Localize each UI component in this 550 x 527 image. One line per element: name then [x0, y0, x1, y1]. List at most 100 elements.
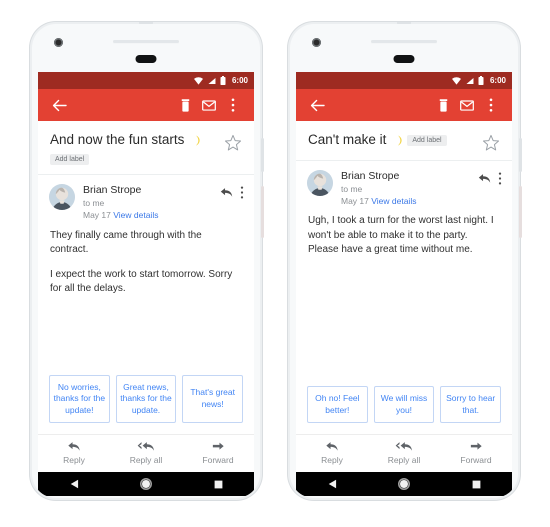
forward-icon: [470, 442, 482, 450]
trash-icon: [439, 98, 447, 112]
more-vertical-icon: [489, 98, 493, 112]
phone-comparison-stage: 6:00 And now the fun starts Add label Br…: [0, 0, 550, 527]
delete-button[interactable]: [173, 93, 197, 117]
reply-icon: [68, 442, 80, 451]
earpiece-speaker: [371, 40, 437, 43]
back-arrow-icon: [52, 99, 67, 111]
sender-date: May 17: [341, 195, 369, 206]
star-icon[interactable]: [224, 134, 242, 152]
message-overflow-icon[interactable]: [240, 186, 244, 199]
smart-reply-chips: No worries, thanks for the update! Great…: [38, 374, 254, 434]
sender-info: Brian Strope to me May 17 View details: [341, 170, 470, 206]
reply-action[interactable]: Reply: [296, 441, 368, 465]
reply-icon[interactable]: [220, 187, 233, 198]
front-camera-icon: [312, 38, 321, 47]
power-button[interactable]: [519, 138, 522, 172]
wifi-icon: [451, 76, 461, 85]
status-bar: 6:00: [38, 72, 254, 89]
volume-button[interactable]: [519, 186, 522, 238]
nav-recents-button[interactable]: [459, 472, 493, 496]
reply-icon[interactable]: [478, 173, 491, 184]
overflow-menu-button[interactable]: [221, 93, 245, 117]
nav-recents-button[interactable]: [201, 472, 235, 496]
phone-body-left: 6:00 And now the fun starts Add label Br…: [32, 24, 260, 498]
phone-body-right: 6:00 Can't make it Add label Brian Strop…: [290, 24, 518, 498]
email-paragraph: Ugh, I took a turn for the worst last ni…: [308, 215, 494, 256]
email-paragraph: I expect the work to start tomorrow. Sor…: [50, 268, 233, 295]
subject-area: Can't make it Add label: [296, 121, 512, 161]
back-triangle-icon: [70, 479, 78, 489]
front-camera-icon: [54, 38, 63, 47]
subject-main: And now the fun starts Add label: [50, 132, 224, 166]
mark-unread-button[interactable]: [197, 93, 221, 117]
phone-device-right: 6:00 Can't make it Add label Brian Strop…: [288, 22, 522, 500]
sender-date: May 17: [83, 209, 111, 220]
reply-all-icon: [395, 442, 412, 451]
delete-button[interactable]: [431, 93, 455, 117]
nav-back-button[interactable]: [57, 472, 91, 496]
reply-action-label: Reply: [63, 455, 85, 465]
message-overflow-icon[interactable]: [498, 172, 502, 185]
smart-reply-chip[interactable]: That's great news!: [182, 374, 244, 423]
reply-action[interactable]: Reply: [38, 441, 110, 465]
reply-all-icon: [137, 442, 154, 451]
back-button[interactable]: [305, 93, 329, 117]
volume-button[interactable]: [261, 186, 264, 238]
crescent-moon-icon: [398, 135, 403, 146]
reply-all-action-label: Reply all: [129, 455, 163, 465]
phone-screen-right: 6:00 Can't make it Add label Brian Strop…: [296, 72, 512, 472]
power-button[interactable]: [261, 138, 264, 172]
nav-back-button[interactable]: [315, 472, 349, 496]
forward-action[interactable]: Forward: [440, 441, 512, 465]
nav-home-button[interactable]: [387, 472, 421, 496]
sender-row: Brian Strope to me May 17 View details: [296, 161, 512, 208]
smart-reply-chip[interactable]: We will miss you!: [373, 386, 435, 423]
email-paragraph: They finally came through with the contr…: [50, 229, 202, 256]
smart-reply-region: Oh no! Feel better! We will miss you! So…: [296, 258, 512, 434]
phone-screen-left: 6:00 And now the fun starts Add label Br…: [38, 72, 254, 472]
more-vertical-icon: [231, 98, 235, 112]
status-bar-time: 6:00: [231, 76, 248, 85]
trash-icon: [181, 98, 189, 112]
smart-reply-chip[interactable]: Sorry to hear that.: [440, 386, 502, 423]
forward-action-label: Forward: [202, 455, 234, 465]
app-toolbar: [38, 89, 254, 121]
sender-recipient: to me: [341, 184, 363, 195]
view-details-link[interactable]: View details: [371, 196, 416, 206]
reply-all-action[interactable]: Reply all: [110, 441, 182, 465]
forward-action[interactable]: Forward: [182, 441, 254, 465]
app-toolbar: [296, 89, 512, 121]
android-nav-bar: [38, 472, 254, 496]
smart-reply-chip[interactable]: No worries, thanks for the update!: [49, 374, 110, 423]
reply-action-label: Reply: [321, 455, 343, 465]
avatar-photo: [49, 184, 75, 211]
recents-square-icon: [472, 480, 480, 488]
nav-home-button[interactable]: [129, 472, 163, 496]
view-details-link[interactable]: View details: [113, 210, 158, 220]
reply-all-action[interactable]: Reply all: [368, 441, 440, 465]
recents-square-icon: [214, 480, 222, 488]
overflow-menu-button[interactable]: [479, 93, 503, 117]
email-body: Ugh, I took a turn for the worst last ni…: [296, 208, 512, 258]
smart-reply-chip[interactable]: Great news, thanks for the update.: [115, 374, 177, 423]
sender-info: Brian Strope to me May 17 View details: [83, 184, 212, 220]
back-button[interactable]: [47, 93, 71, 117]
signal-icon: [208, 77, 216, 84]
phone-device-left: 6:00 And now the fun starts Add label Br…: [30, 22, 264, 500]
message-action-bar: Reply Reply all Forward: [296, 434, 512, 472]
signal-icon: [466, 77, 474, 84]
back-triangle-icon: [328, 479, 336, 489]
forward-action-label: Forward: [460, 455, 492, 465]
status-bar: 6:00: [296, 72, 512, 89]
sender-name: Brian Strope: [83, 184, 142, 197]
sensor-pill: [393, 55, 415, 63]
add-label-chip[interactable]: Add label: [50, 154, 90, 166]
sender-date-row: May 17 View details: [83, 210, 212, 221]
star-icon[interactable]: [482, 134, 500, 152]
mark-unread-button[interactable]: [455, 93, 479, 117]
add-label-chip[interactable]: Add label: [407, 134, 447, 146]
crescent-moon-icon: [196, 135, 200, 146]
earpiece-speaker: [113, 40, 179, 43]
smart-reply-chip[interactable]: Oh no! Feel better!: [307, 386, 368, 423]
forward-icon: [212, 442, 224, 450]
